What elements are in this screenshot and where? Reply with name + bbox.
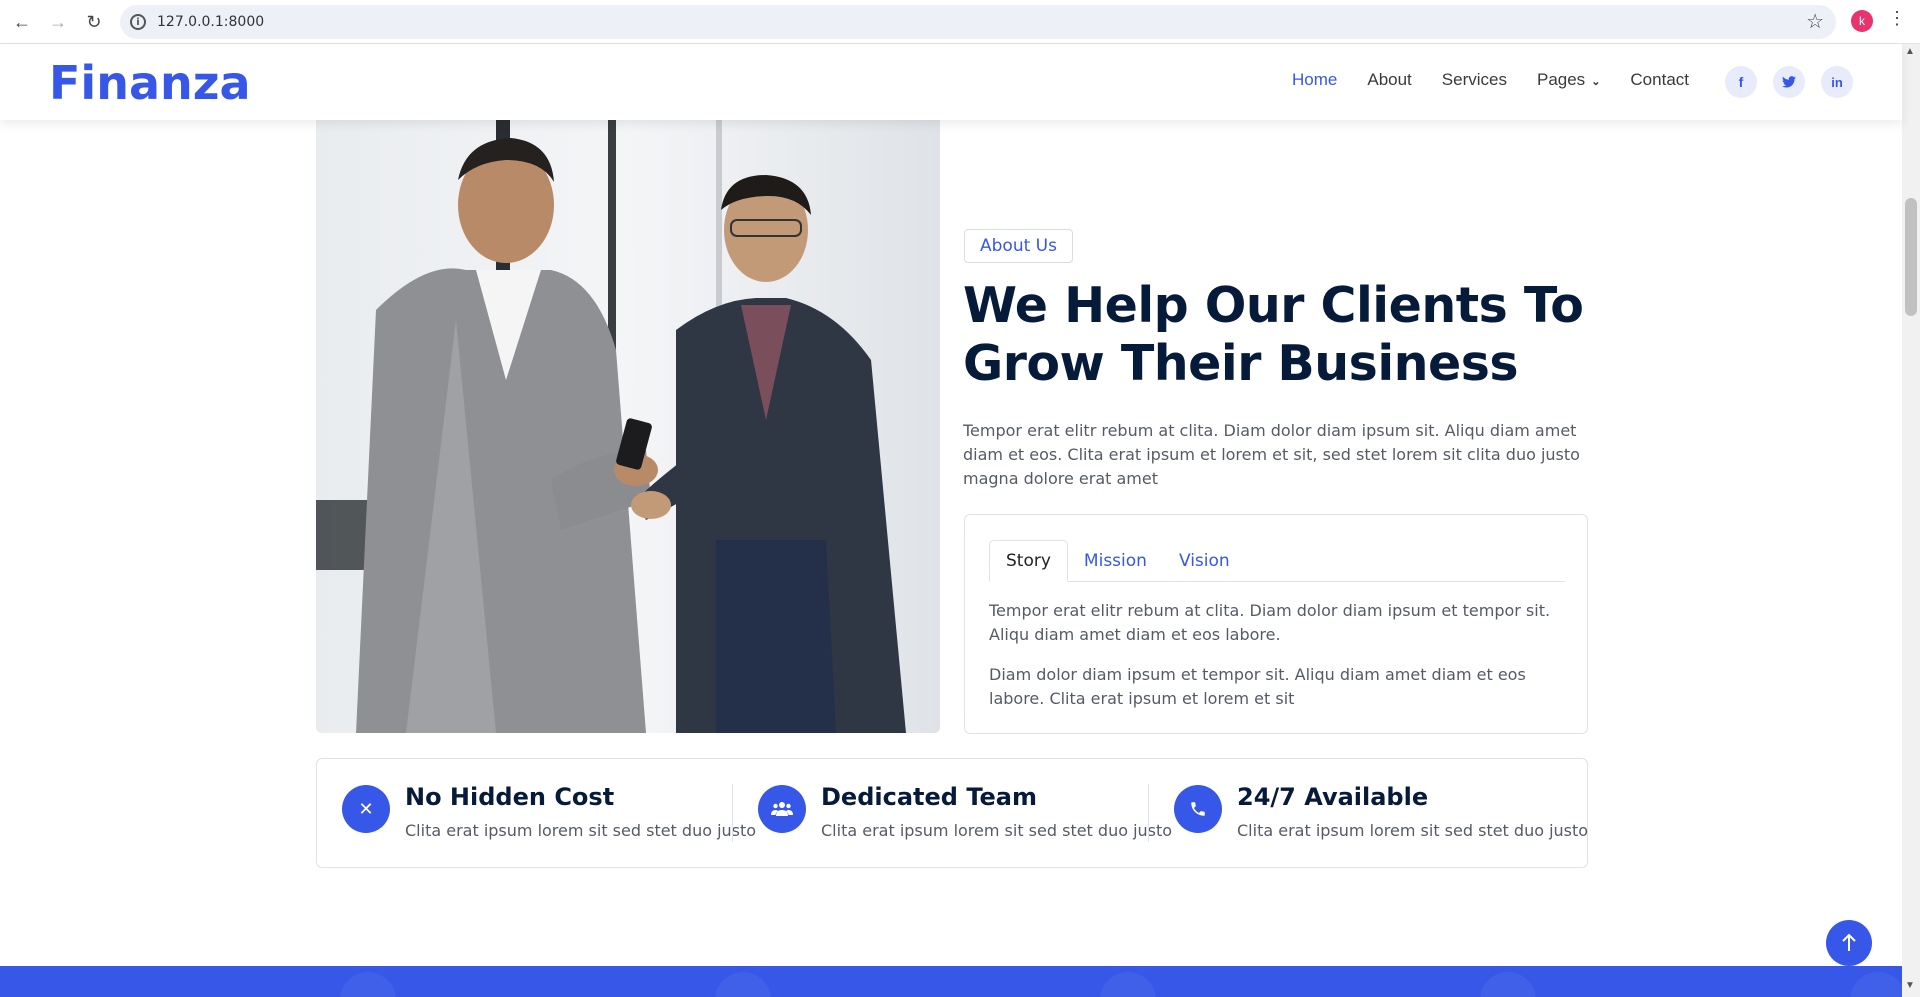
scrollbar-thumb[interactable] (1905, 198, 1917, 316)
footer-band (0, 966, 1902, 997)
nav-link-pages-label: Pages (1536, 70, 1586, 89)
scroll-down-arrow-icon[interactable]: ▼ (1905, 980, 1915, 991)
feature-dedicated-team: Dedicated Team Clita erat ipsum lorem si… (733, 759, 1172, 869)
tab-vision[interactable]: Vision (1163, 540, 1246, 582)
feature-no-hidden-cost: ✕ No Hidden Cost Clita erat ipsum lorem … (317, 759, 756, 869)
browser-menu-icon[interactable]: ⋮ (1888, 8, 1906, 29)
brand-logo[interactable]: Finanza (49, 56, 251, 110)
arrow-up-icon (1842, 933, 1856, 951)
back-to-top-button[interactable] (1826, 920, 1872, 966)
forward-icon[interactable]: → (44, 8, 72, 36)
nav-link-services[interactable]: Services (1442, 70, 1507, 90)
about-heading: We Help Our Clients To Grow Their Busine… (963, 277, 1584, 392)
about-description: Tempor erat elitr rebum at clita. Diam d… (963, 421, 1580, 488)
nav-link-home[interactable]: Home (1292, 70, 1337, 90)
scroll-up-arrow-icon[interactable]: ▲ (1905, 46, 1915, 57)
linkedin-icon[interactable]: in (1821, 66, 1853, 98)
chevron-down-icon: ⌄ (1591, 76, 1601, 88)
bookmark-star-icon[interactable]: ☆ (1806, 9, 1824, 34)
users-icon (758, 785, 806, 833)
nav-menu: Home About Services Pages ⌄ Contact (1292, 70, 1719, 90)
feature-text: Clita erat ipsum lorem sit sed stet duo … (821, 821, 1173, 840)
back-icon[interactable]: ← (8, 8, 36, 36)
nav-link-contact[interactable]: Contact (1630, 70, 1689, 90)
site-info-icon[interactable]: i (130, 14, 146, 30)
url-text[interactable]: 127.0.0.1:8000 (157, 14, 264, 30)
decorative-circle (1850, 972, 1902, 997)
features-strip: ✕ No Hidden Cost Clita erat ipsum lorem … (316, 758, 1588, 868)
site-navbar: Finanza Home About Services Pages ⌄ Conta… (0, 44, 1902, 120)
about-image (316, 120, 940, 733)
feature-text: Clita erat ipsum lorem sit sed stet duo … (405, 821, 757, 840)
decorative-circle (340, 972, 396, 997)
nav-link-pages[interactable]: Pages ⌄ (1537, 70, 1600, 90)
profile-avatar[interactable]: k (1851, 10, 1873, 32)
nav-link-about[interactable]: About (1367, 70, 1411, 90)
reload-icon[interactable]: ↻ (80, 8, 108, 36)
feature-title: 24/7 Available (1237, 783, 1429, 811)
facebook-icon[interactable]: f (1725, 66, 1757, 98)
decorative-circle (1480, 972, 1536, 997)
address-bar[interactable]: i 127.0.0.1:8000 ☆ (120, 5, 1836, 39)
decorative-circle (1100, 972, 1156, 997)
tab-mission[interactable]: Mission (1068, 540, 1163, 582)
about-us-badge: About Us (964, 229, 1073, 263)
tab-story[interactable]: Story (989, 540, 1068, 582)
feature-title: No Hidden Cost (405, 783, 615, 811)
businessmen-photo (316, 120, 940, 733)
about-tabs-card: Story Mission Vision Tempor erat elitr r… (964, 514, 1588, 734)
tab-panel-story: Tempor erat elitr rebum at clita. Diam d… (989, 599, 1569, 711)
tab-paragraph: Tempor erat elitr rebum at clita. Diam d… (989, 601, 1551, 644)
tab-list: Story Mission Vision (989, 540, 1565, 582)
decorative-circle (715, 972, 771, 997)
tab-paragraph: Diam dolor diam ipsum et tempor sit. Ali… (989, 665, 1526, 708)
browser-toolbar: ← → ↻ i 127.0.0.1:8000 ☆ k ⋮ (0, 0, 1920, 44)
feature-24-7-available: 24/7 Available Clita erat ipsum lorem si… (1149, 759, 1588, 869)
feature-text: Clita erat ipsum lorem sit sed stet duo … (1237, 821, 1589, 840)
phone-icon (1174, 785, 1222, 833)
times-icon: ✕ (342, 785, 390, 833)
twitter-icon[interactable] (1773, 66, 1805, 98)
page-scrollbar[interactable] (1902, 44, 1920, 997)
feature-title: Dedicated Team (821, 783, 1037, 811)
